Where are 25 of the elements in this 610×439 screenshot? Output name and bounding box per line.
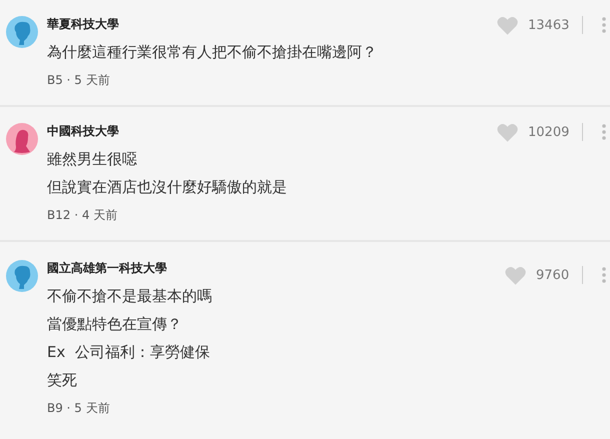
comment-text: 當優點特色在宣傳？ (47, 314, 182, 335)
heart-icon[interactable] (497, 122, 518, 142)
comment-text: Ex 公司福利：享勞健保 (47, 342, 210, 363)
comment-text: 但說實在酒店也沒什麼好驕傲的就是 (47, 177, 287, 198)
comment-text: 不偷不搶不是最基本的嗎 (47, 286, 212, 307)
more-icon[interactable] (602, 17, 606, 33)
comment-text: 為什麼這種行業很常有人把不偷不搶掛在嘴邊阿？ (47, 42, 377, 63)
comment-text: 笑死 (47, 370, 77, 391)
like-count: 10209 (528, 124, 570, 140)
comment-meta: B9 · 5 天前 (47, 400, 110, 417)
avatar-icon (6, 16, 38, 48)
author-name[interactable]: 華夏科技大學 (47, 14, 119, 34)
author-name[interactable]: 中國科技大學 (47, 121, 119, 141)
comment-text: 雖然男生很噁 (47, 149, 137, 170)
author-name[interactable]: 國立高雄第一科技大學 (47, 258, 167, 278)
heart-icon[interactable] (497, 16, 518, 34)
comment-meta: B12 · 4 天前 (47, 207, 118, 224)
comment-meta: B5 · 5 天前 (47, 72, 110, 89)
heart-icon[interactable] (505, 266, 526, 284)
like-count: 13463 (528, 18, 570, 32)
avatar-icon (6, 123, 38, 155)
more-icon[interactable] (602, 267, 606, 283)
avatar-icon (6, 260, 38, 292)
more-icon[interactable] (602, 124, 606, 140)
like-count: 9760 (536, 268, 570, 282)
